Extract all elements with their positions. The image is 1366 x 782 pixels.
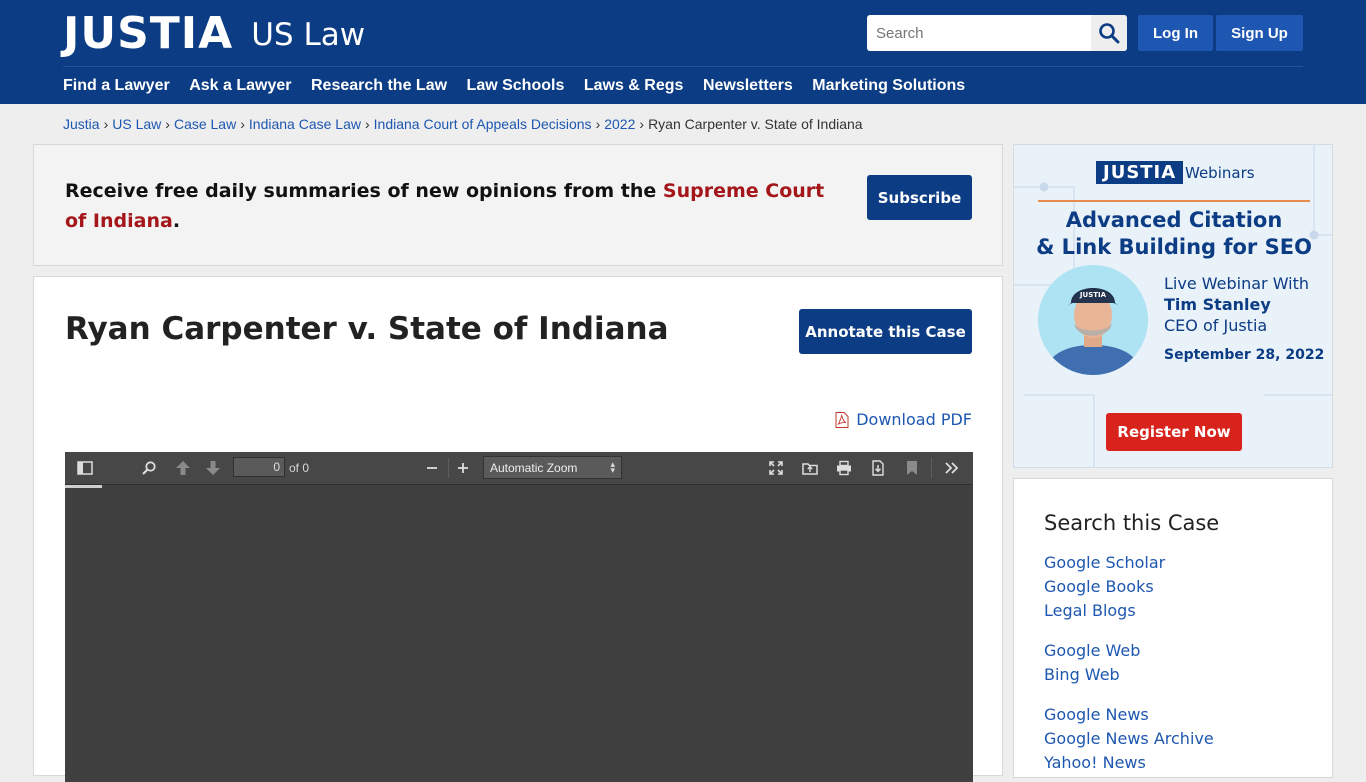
bookmark-icon[interactable] (903, 459, 921, 477)
breadcrumb-indiana-appeals[interactable]: Indiana Court of Appeals Decisions (374, 116, 592, 132)
speaker-photo: JUSTIA (1038, 265, 1148, 375)
link-google-web[interactable]: Google Web (1044, 641, 1140, 660)
download-pdf-link[interactable]: Download PDF (835, 410, 972, 429)
cap-text: JUSTIA (1079, 291, 1107, 299)
breadcrumb-current: Ryan Carpenter v. State of Indiana (648, 116, 863, 132)
breadcrumb-us-law[interactable]: US Law (112, 116, 161, 132)
nav-ask-a-lawyer[interactable]: Ask a Lawyer (189, 77, 291, 95)
toolbar-separator (931, 458, 932, 478)
print-icon[interactable] (835, 459, 853, 477)
ad-webinars-label: Webinars (1185, 164, 1255, 182)
toolbar-separator (448, 458, 449, 478)
search-button[interactable] (1091, 15, 1127, 51)
breadcrumb-separator: › (103, 116, 109, 132)
ad-live-label: Live Webinar With (1164, 274, 1310, 293)
signup-button[interactable]: Sign Up (1216, 15, 1303, 51)
annotate-case-button[interactable]: Annotate this Case (799, 309, 972, 354)
breadcrumb-separator: › (165, 116, 170, 132)
ad-date: September 28, 2022 (1164, 347, 1325, 363)
ad-justia-logo: JUSTIA (1096, 161, 1184, 184)
zoom-select-value: Automatic Zoom (490, 461, 578, 475)
ad-divider (1038, 200, 1310, 202)
tools-icon[interactable] (943, 459, 961, 477)
site-search (867, 15, 1127, 51)
ad-speaker-role: CEO of Justia (1164, 316, 1268, 335)
ad-title-line-2: & Link Building for SEO (1036, 235, 1312, 259)
find-icon[interactable] (140, 459, 158, 477)
webinar-ad[interactable]: JUSTIA Webinars Advanced Citation & Link… (1013, 144, 1333, 468)
sidebar-toggle-icon[interactable] (76, 459, 94, 477)
main-nav: Find a Lawyer Ask a Lawyer Research the … (63, 66, 1303, 105)
nav-marketing-solutions[interactable]: Marketing Solutions (812, 77, 965, 95)
subscribe-button[interactable]: Subscribe (867, 175, 972, 220)
page-count-label: of 0 (289, 461, 310, 475)
subscribe-text-lead: Receive free daily summaries of new opin… (65, 180, 663, 202)
subscribe-text-end: . (172, 210, 181, 232)
select-arrows-icon: ▴ ▾ (610, 459, 615, 475)
zoom-select[interactable]: Automatic Zoom ▴ ▾ (483, 456, 622, 479)
zoom-in-icon[interactable] (454, 459, 472, 477)
breadcrumb-separator: › (639, 116, 645, 132)
nav-law-schools[interactable]: Law Schools (467, 77, 565, 95)
ad-title: Advanced Citation & Link Building for SE… (1014, 207, 1332, 261)
site-header: JUSTIA US Law Log In Sign Up Find a Lawy… (0, 0, 1366, 104)
nav-laws-regs[interactable]: Laws & Regs (584, 77, 684, 95)
page-title: Ryan Carpenter v. State of Indiana (65, 311, 669, 347)
ad-speaker-info: Live Webinar With Tim Stanley CEO of Jus… (1164, 273, 1309, 336)
search-input[interactable] (867, 15, 1089, 51)
subscribe-banner: Receive free daily summaries of new opin… (33, 144, 1003, 266)
pdf-viewer: 0 of 0 Automatic Zoom ▴ ▾ (65, 452, 973, 782)
ad-speaker-name: Tim Stanley (1164, 295, 1271, 314)
nav-find-a-lawyer[interactable]: Find a Lawyer (63, 77, 170, 95)
previous-page-icon[interactable] (174, 459, 192, 477)
breadcrumb: Justia › US Law › Case Law › Indiana Case Law ›… (63, 116, 863, 132)
link-yahoo-news[interactable]: Yahoo! News (1044, 753, 1146, 772)
breadcrumb-justia[interactable]: Justia (63, 116, 100, 132)
register-now-button[interactable]: Register Now (1106, 413, 1242, 451)
breadcrumb-2022[interactable]: 2022 (604, 116, 635, 132)
breadcrumb-separator: › (595, 116, 601, 132)
page-number-input[interactable]: 0 (233, 457, 285, 477)
breadcrumb-separator: › (240, 116, 245, 132)
loading-progress-bar (65, 485, 102, 488)
ad-title-line-1: Advanced Citation (1065, 208, 1283, 232)
zoom-out-icon[interactable] (423, 459, 441, 477)
next-page-icon[interactable] (204, 459, 222, 477)
breadcrumb-case-law[interactable]: Case Law (174, 116, 236, 132)
search-icon (1099, 23, 1120, 44)
link-google-news-archive[interactable]: Google News Archive (1044, 729, 1214, 748)
breadcrumb-separator: › (364, 116, 370, 132)
link-google-scholar[interactable]: Google Scholar (1044, 553, 1165, 572)
open-file-icon[interactable] (801, 459, 819, 477)
logo-word: JUSTIA (63, 7, 234, 59)
justia-logo[interactable]: JUSTIA US Law (63, 8, 366, 59)
link-google-books[interactable]: Google Books (1044, 577, 1154, 596)
download-icon[interactable] (869, 459, 887, 477)
pdf-toolbar: 0 of 0 Automatic Zoom ▴ ▾ (65, 452, 973, 485)
link-legal-blogs[interactable]: Legal Blogs (1044, 601, 1136, 620)
presentation-mode-icon[interactable] (767, 459, 785, 477)
search-case-title: Search this Case (1044, 511, 1220, 535)
login-button[interactable]: Log In (1138, 15, 1213, 51)
logo-subtitle: US Law (251, 17, 366, 53)
nav-newsletters[interactable]: Newsletters (703, 77, 793, 95)
case-card: Ryan Carpenter v. State of Indiana Annot… (33, 276, 1003, 782)
subscribe-text: Receive free daily summaries of new opin… (65, 176, 825, 236)
link-google-news[interactable]: Google News (1044, 705, 1149, 724)
download-pdf-label: Download PDF (856, 410, 972, 429)
breadcrumb-indiana-case-law[interactable]: Indiana Case Law (249, 116, 361, 132)
nav-research-the-law[interactable]: Research the Law (311, 77, 447, 95)
link-bing-web[interactable]: Bing Web (1044, 665, 1120, 684)
search-this-case-panel: Search this Case Google Scholar Google B… (1013, 478, 1333, 778)
pdf-icon (835, 411, 849, 428)
